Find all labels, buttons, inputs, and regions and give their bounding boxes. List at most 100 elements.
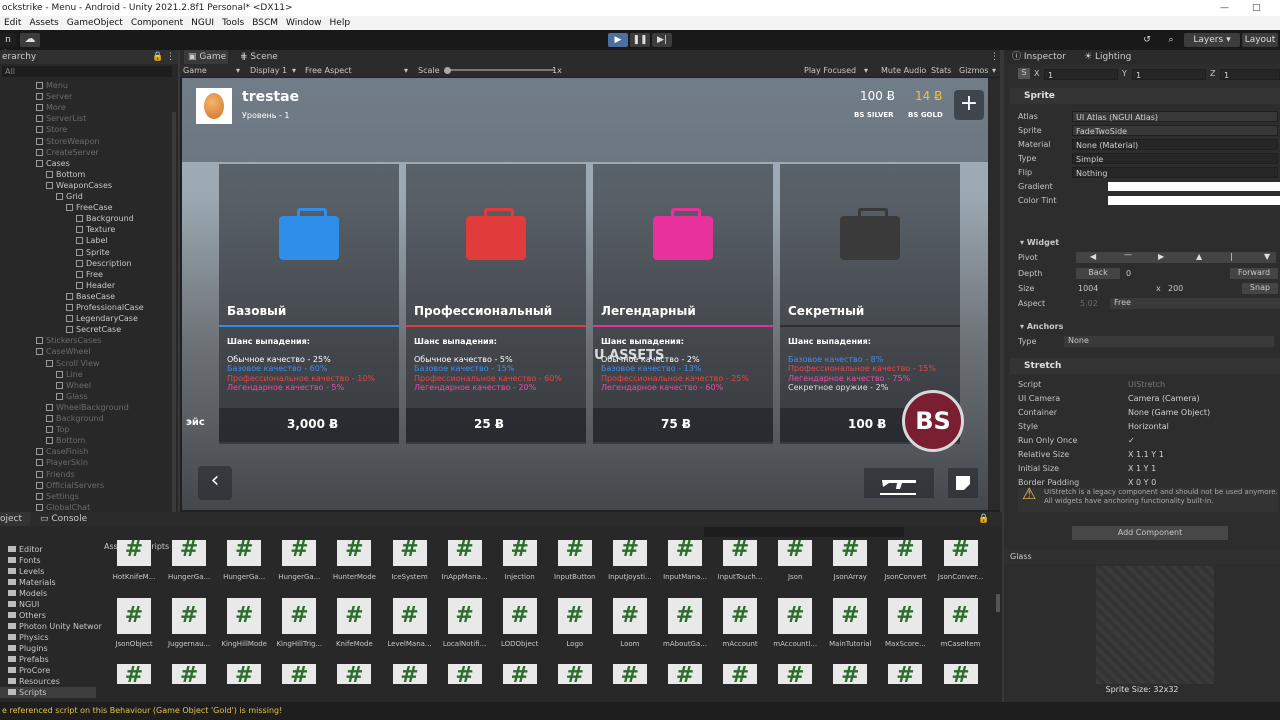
hierarchy-item[interactable]: Texture	[76, 224, 115, 235]
hierarchy-item[interactable]: Background	[46, 413, 104, 424]
folder-item[interactable]: Prefabs	[0, 654, 49, 665]
stretch-field-value[interactable]: Camera (Camera)	[1128, 394, 1200, 403]
pivot-middle-icon[interactable]: |	[1230, 252, 1233, 261]
folder-item[interactable]: ProCore	[0, 665, 50, 676]
hierarchy-item[interactable]: Friends	[36, 469, 75, 480]
script-file-name[interactable]: MaxScore...	[878, 640, 932, 648]
folder-item[interactable]: NGUI	[0, 599, 39, 610]
cloud-icon[interactable]: ☁	[20, 33, 40, 47]
script-file-icon[interactable]: #	[888, 598, 923, 634]
hierarchy-item[interactable]: Header	[76, 280, 115, 291]
case-price[interactable]: 25 Ƀ	[474, 417, 504, 431]
script-file-name[interactable]: HunterMode	[327, 573, 381, 581]
status-bar[interactable]: e referenced script on this Behaviour (G…	[0, 702, 1280, 720]
script-file-icon[interactable]: #	[337, 539, 372, 566]
hierarchy-item[interactable]: Glass	[56, 391, 88, 402]
script-file-icon[interactable]: #	[778, 539, 813, 566]
layers-dropdown[interactable]: Layers ▾	[1184, 33, 1240, 47]
script-file-name[interactable]: LevelMana...	[383, 640, 437, 648]
folder-item[interactable]: Others	[0, 610, 46, 621]
maximize-button[interactable]: □	[1252, 0, 1261, 16]
display-dropdown[interactable]: Game	[183, 64, 207, 77]
folder-item[interactable]: Photon Unity Networ	[0, 621, 102, 632]
stretch-field-value[interactable]: Horizontal	[1128, 422, 1169, 431]
script-file-name[interactable]: KingHillTrig...	[272, 640, 326, 648]
depth-back-button[interactable]: Back	[1076, 268, 1120, 279]
minimize-button[interactable]: —	[1220, 0, 1229, 16]
project-lock-icon[interactable]: 🔒	[978, 512, 989, 526]
hierarchy-item[interactable]: LegendaryCase	[66, 313, 138, 324]
script-file-icon[interactable]: #	[502, 598, 537, 634]
script-file-icon[interactable]: #	[392, 664, 427, 688]
script-file-name[interactable]: InputButton	[548, 573, 602, 581]
hierarchy-item[interactable]: FreeCase	[66, 202, 113, 213]
tab-inspector[interactable]: ⓘ Inspector	[1010, 50, 1066, 64]
stretch-field-value[interactable]: X 0 Y 0	[1128, 478, 1156, 487]
script-file-icon[interactable]: #	[172, 664, 207, 688]
script-file-name[interactable]: Logo	[548, 640, 602, 648]
scale-x-field[interactable]: 1	[1044, 69, 1118, 80]
script-file-name[interactable]: KnifeMode	[327, 640, 381, 648]
pivot-buttons[interactable]: ◀ — ▶ ▲ | ▼	[1076, 250, 1276, 263]
script-file-name[interactable]: mAccountI...	[768, 640, 822, 648]
script-file-name[interactable]: JsonConver...	[934, 573, 988, 581]
script-file-name[interactable]: HotKnifeM...	[107, 573, 161, 581]
script-file-name[interactable]: Injection	[493, 573, 547, 581]
hierarchy-scrollbar[interactable]	[172, 112, 176, 512]
script-file-icon[interactable]: #	[557, 664, 592, 688]
pivot-center-icon[interactable]: —	[1124, 250, 1132, 259]
play-focused-dropdown[interactable]: Play Focused	[804, 64, 856, 77]
display-number-dropdown[interactable]: Display 1	[250, 64, 287, 77]
script-file-name[interactable]: IceSystem	[383, 573, 437, 581]
hierarchy-item[interactable]: CaseFinish	[36, 446, 88, 457]
case-price[interactable]: 3,000 Ƀ	[287, 417, 338, 431]
script-file-icon[interactable]: #	[172, 598, 207, 634]
stretch-field-value[interactable]: None (Game Object)	[1128, 408, 1210, 417]
script-file-name[interactable]: JsonObject	[107, 640, 161, 648]
aspect-dropdown[interactable]: Free Aspect	[305, 64, 352, 77]
size-x-value[interactable]: 1004	[1078, 284, 1098, 293]
script-file-name[interactable]: Json	[768, 573, 822, 581]
folder-item[interactable]: Resources	[0, 676, 60, 687]
menu-item-gameobject[interactable]: GameObject	[67, 18, 123, 28]
snap-button[interactable]: Snap	[1242, 283, 1278, 294]
script-file-icon[interactable]: #	[447, 664, 482, 688]
add-currency-button[interactable]: +	[954, 90, 984, 120]
hierarchy-tab[interactable]: erarchy 🔒 ⋮	[0, 50, 178, 64]
script-file-icon[interactable]: #	[447, 539, 482, 566]
pivot-left-icon[interactable]: ◀	[1090, 252, 1096, 261]
script-file-icon[interactable]: #	[337, 664, 372, 688]
script-file-icon[interactable]: #	[943, 664, 978, 688]
play-icon[interactable]: ▶	[608, 33, 628, 47]
hierarchy-item[interactable]: Store	[36, 124, 67, 135]
hierarchy-item[interactable]: WheelBackground	[46, 402, 129, 413]
script-file-name[interactable]: mCaseItem	[934, 640, 988, 648]
script-file-name[interactable]: KingHillMode	[217, 640, 271, 648]
hierarchy-item[interactable]: CaseWheel	[36, 346, 91, 357]
sprite-field-value[interactable]: UI Atlas (NGUI Atlas)	[1072, 111, 1278, 122]
depth-forward-button[interactable]: Forward	[1230, 268, 1278, 279]
hierarchy-item[interactable]: Sprite	[76, 247, 110, 258]
script-file-icon[interactable]: #	[833, 539, 868, 566]
sticker-cases-tab[interactable]	[948, 468, 978, 498]
script-file-icon[interactable]: #	[668, 664, 702, 688]
script-file-icon[interactable]: #	[227, 664, 262, 688]
script-file-name[interactable]: InputJoysti...	[603, 573, 657, 581]
script-file-icon[interactable]: #	[557, 539, 592, 566]
sprite-field-value[interactable]: FadeTwoSide	[1072, 125, 1278, 136]
script-file-name[interactable]: JsonArray	[823, 573, 877, 581]
folder-item[interactable]: Physics	[0, 632, 49, 643]
hierarchy-item[interactable]: Server	[36, 91, 72, 102]
project-search-input[interactable]	[704, 527, 904, 537]
color-swatch[interactable]	[1108, 196, 1280, 205]
script-file-name[interactable]: MainTutorial	[823, 640, 877, 648]
pivot-bottom-icon[interactable]: ▼	[1264, 252, 1270, 261]
script-file-icon[interactable]: #	[282, 664, 317, 688]
script-file-icon[interactable]: #	[447, 598, 482, 634]
stats-toggle[interactable]: Stats	[931, 64, 951, 77]
anchors-section[interactable]: ▾ Anchors	[1020, 322, 1063, 331]
script-file-icon[interactable]: #	[723, 539, 758, 566]
tab-scene[interactable]: ⋕ Scene	[236, 50, 278, 64]
script-file-icon[interactable]: #	[943, 598, 978, 634]
script-file-name[interactable]: InputTouch...	[713, 573, 767, 581]
